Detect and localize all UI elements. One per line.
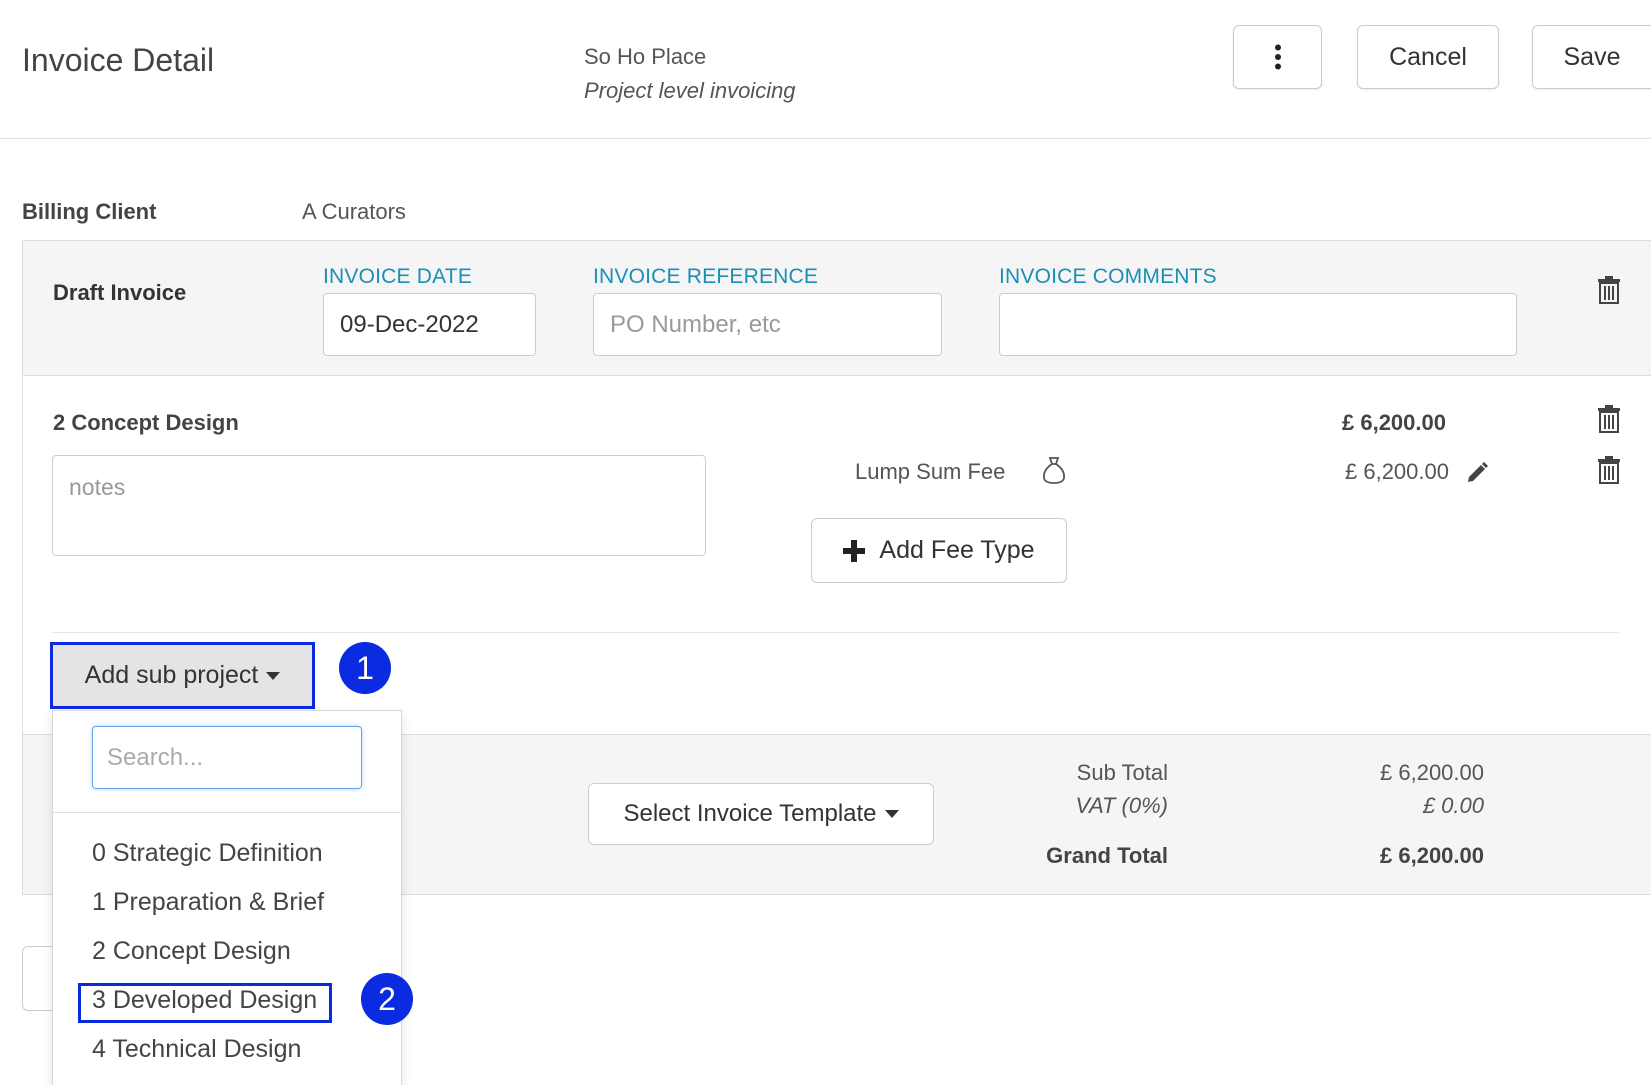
select-invoice-template-button[interactable]: Select Invoice Template	[588, 783, 934, 845]
vertical-dots-icon	[1274, 44, 1281, 70]
invoice-date-label: INVOICE DATE	[323, 265, 473, 288]
header-divider	[0, 138, 1651, 139]
callout-badge-2: 2	[361, 973, 413, 1025]
dropdown-option[interactable]: 0 Strategic Definition	[92, 839, 323, 868]
money-bag-icon	[1043, 457, 1065, 484]
draft-invoice-title: Draft Invoice	[53, 280, 187, 305]
invoice-comments-label: INVOICE COMMENTS	[999, 265, 1217, 288]
select-invoice-template-label: Select Invoice Template	[623, 800, 877, 827]
billing-client-label: Billing Client	[22, 199, 157, 224]
dropdown-option[interactable]: 4 Technical Design	[92, 1035, 301, 1064]
add-fee-type-button[interactable]: Add Fee Type	[811, 518, 1067, 583]
vat-label: VAT (0%)	[1075, 793, 1168, 818]
fee-amount: £ 6,200.00	[1345, 459, 1449, 484]
caret-down-icon	[266, 671, 281, 680]
dropdown-option[interactable]: 2 Concept Design	[92, 937, 291, 966]
sub-project-divider	[52, 632, 1619, 633]
sub-project-title: 2 Concept Design	[53, 410, 239, 435]
dropdown-option[interactable]: 1 Preparation & Brief	[92, 888, 324, 917]
sub-total-value: £ 6,200.00	[1380, 760, 1484, 785]
add-sub-project-label: Add sub project	[84, 661, 259, 689]
plus-icon	[843, 539, 866, 562]
sub-total-label: Sub Total	[1076, 760, 1168, 785]
add-fee-type-label: Add Fee Type	[879, 536, 1035, 564]
invoice-reference-field[interactable]: PO Number, etc	[593, 293, 942, 356]
grand-total-value: £ 6,200.00	[1380, 843, 1484, 868]
grand-total-label: Grand Total	[1046, 843, 1168, 868]
invoice-date-field[interactable]: 09-Dec-2022	[323, 293, 536, 356]
project-name: So Ho Place	[584, 44, 707, 69]
sub-project-search-input[interactable]: Search...	[92, 726, 362, 789]
invoice-reference-label: INVOICE REFERENCE	[593, 265, 819, 288]
edit-icon[interactable]	[1465, 461, 1489, 485]
caret-down-icon	[884, 810, 899, 818]
invoice-comments-field[interactable]	[999, 293, 1517, 356]
notes-field[interactable]: notes	[52, 455, 706, 556]
delete-invoice-icon[interactable]	[1597, 276, 1621, 304]
option-highlight-box	[78, 983, 332, 1023]
project-subtitle: Project level invoicing	[584, 78, 796, 103]
callout-badge-1: 1	[339, 642, 391, 694]
delete-fee-icon[interactable]	[1597, 456, 1621, 484]
dropdown-divider	[53, 812, 401, 813]
sub-project-total: £ 6,200.00	[1342, 410, 1446, 435]
save-button[interactable]: Save	[1532, 25, 1651, 89]
page-title: Invoice Detail	[22, 42, 215, 78]
more-options-button[interactable]	[1233, 25, 1322, 89]
delete-sub-project-icon[interactable]	[1597, 405, 1621, 433]
vat-value: £ 0.00	[1422, 793, 1484, 818]
billing-client-value: A Curators	[302, 199, 406, 224]
fee-type-label: Lump Sum Fee	[855, 459, 1006, 484]
add-sub-project-button[interactable]: Add sub project	[50, 642, 315, 709]
cancel-button[interactable]: Cancel	[1357, 25, 1499, 89]
